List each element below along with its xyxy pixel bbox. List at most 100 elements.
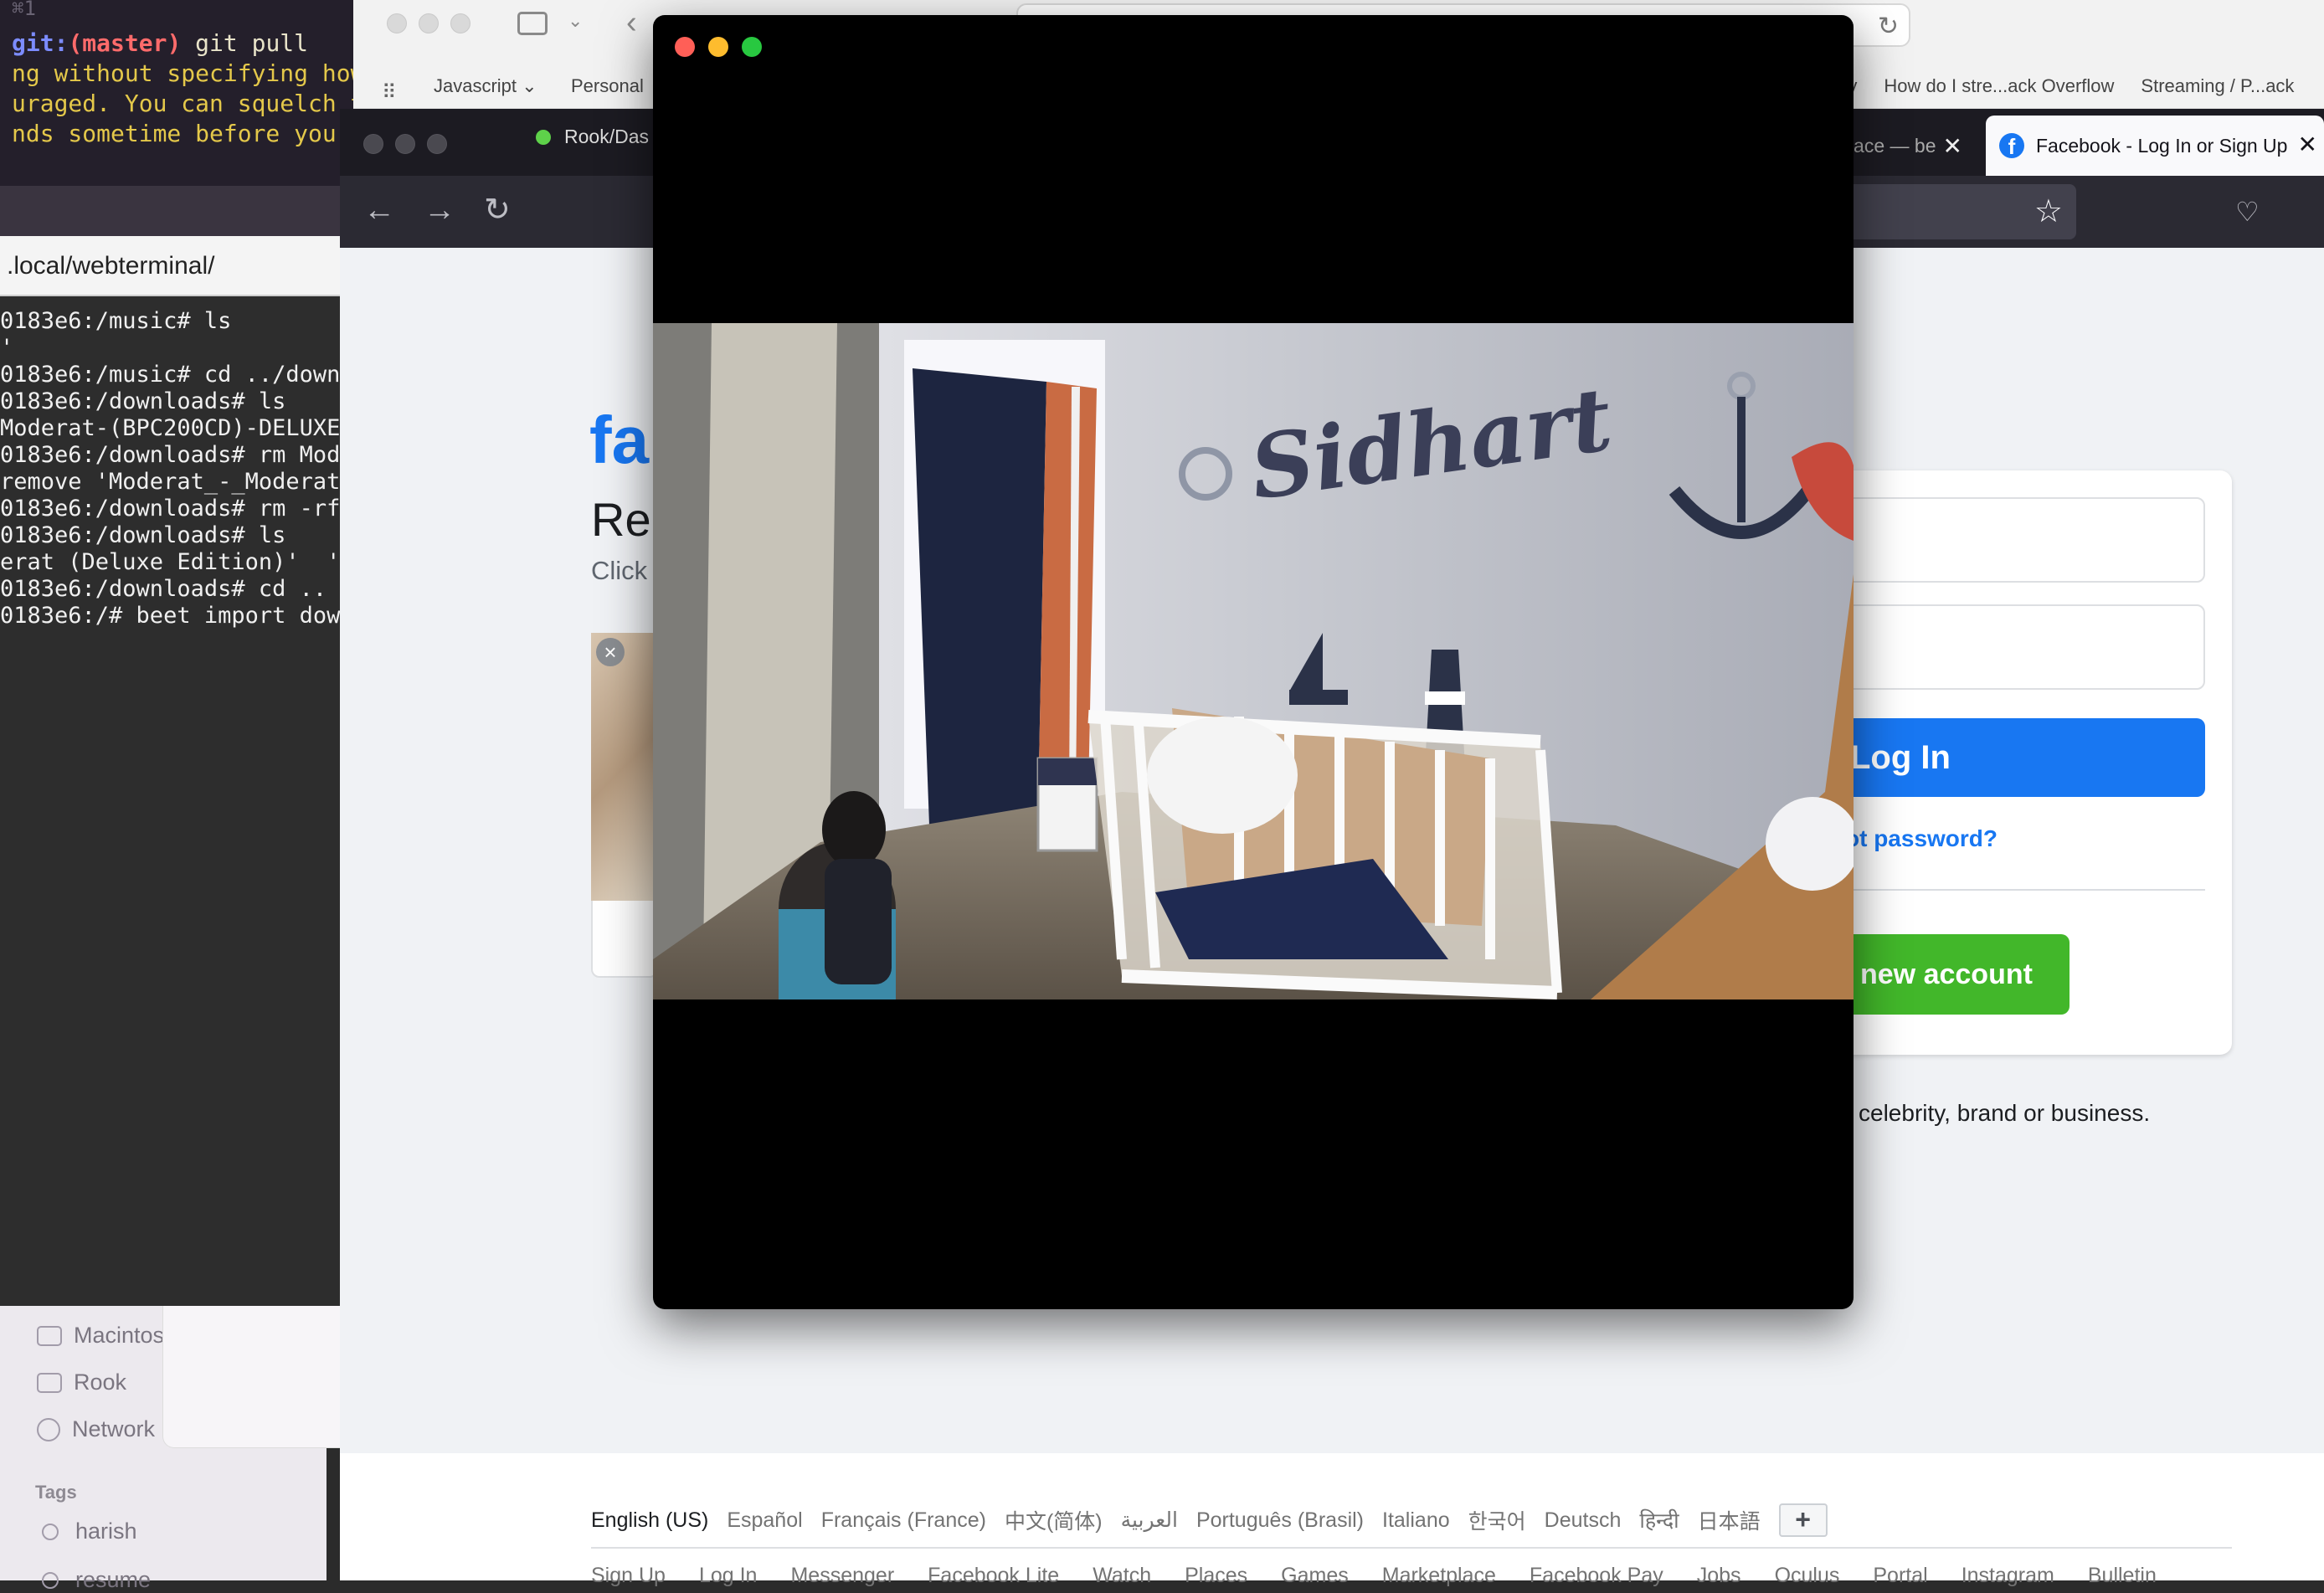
pocket-icon[interactable]: ♡ bbox=[2235, 196, 2260, 228]
web-terminal-line: 0183e6:/downloads# ls bbox=[0, 388, 286, 414]
language-link[interactable]: Italiano bbox=[1382, 1508, 1450, 1533]
terminal-line: git:(master) git pull bbox=[0, 28, 360, 59]
bookmark-item[interactable]: Streaming / P...ack bbox=[2141, 75, 2294, 97]
minimize-button[interactable] bbox=[395, 134, 415, 154]
remove-account-icon[interactable]: × bbox=[596, 638, 625, 666]
tab-label: Facebook - Log In or Sign Up bbox=[2036, 134, 2288, 157]
footer-link[interactable]: Marketplace bbox=[1382, 1564, 1496, 1588]
email-field[interactable] bbox=[1825, 497, 2205, 583]
language-link[interactable]: 한국어 bbox=[1468, 1505, 1526, 1535]
footer-link[interactable]: Places bbox=[1185, 1564, 1247, 1588]
camera-video-frame: Sidhart bbox=[653, 323, 1854, 999]
footer-link[interactable]: Facebook Lite bbox=[928, 1564, 1059, 1588]
language-list: English (US) Español Français (France) 中… bbox=[591, 1503, 1828, 1537]
facebook-favicon-icon: f bbox=[1999, 133, 2024, 159]
web-terminal-line: 0183e6:/downloads# rm -rf Mo bbox=[0, 496, 343, 522]
language-link[interactable]: 日本語 bbox=[1698, 1505, 1761, 1535]
footer-link[interactable]: Portal bbox=[1873, 1564, 1927, 1588]
close-button[interactable] bbox=[675, 37, 695, 57]
terminal-status-bar bbox=[0, 186, 352, 236]
reload-icon[interactable]: ↻ bbox=[484, 194, 511, 226]
tab-label: Rook/Das bbox=[564, 126, 649, 147]
terminal-line: nds sometime before your n bbox=[12, 120, 360, 147]
zoom-button[interactable] bbox=[450, 13, 470, 33]
web-terminal-line: erat (Deluxe Edition)' '200 bbox=[0, 549, 343, 575]
sidebar-item-rook[interactable]: Rook bbox=[37, 1369, 126, 1395]
firefox-url-bar[interactable]: ☆ bbox=[1842, 184, 2076, 239]
create-account-button[interactable]: new account bbox=[1825, 934, 2069, 1015]
disk-icon bbox=[37, 1325, 62, 1346]
web-terminal-line: 0183e6:/downloads# cd .. bbox=[0, 576, 327, 602]
bookmark-personal[interactable]: Personal bbox=[571, 75, 644, 97]
footer-link[interactable]: Bulletin bbox=[2088, 1564, 2157, 1588]
web-terminal-line: ' bbox=[0, 335, 14, 361]
minimize-button[interactable] bbox=[419, 13, 439, 33]
status-dot-icon bbox=[536, 129, 551, 145]
forgot-password-link[interactable]: ot password? bbox=[1845, 825, 1998, 852]
back-arrow-icon[interactable]: ← bbox=[363, 194, 395, 226]
language-link[interactable]: 中文(简体) bbox=[1005, 1505, 1103, 1535]
create-page-text: celebrity, brand or business. bbox=[1859, 1100, 2151, 1126]
recent-logins-subtitle: Click bbox=[591, 556, 648, 585]
terminal-line: uraged. You can squelch th bbox=[12, 90, 360, 117]
web-terminal-line: remove 'Moderat_-_Moderat-(B bbox=[0, 469, 343, 495]
tab-rook[interactable]: Rook/Das bbox=[536, 126, 649, 148]
footer-link[interactable]: Sign Up bbox=[591, 1564, 666, 1588]
bookmark-item[interactable]: How do I stre...ack Overflow bbox=[1884, 75, 2114, 97]
language-link[interactable]: Português (Brasil) bbox=[1196, 1508, 1364, 1533]
terminal-branch: (master) bbox=[68, 29, 182, 57]
reload-icon[interactable]: ↻ bbox=[1878, 12, 1899, 41]
tags-header: Tags bbox=[35, 1482, 77, 1503]
web-terminal-address-bar[interactable]: .local/webterminal/ bbox=[0, 236, 343, 296]
close-button[interactable] bbox=[363, 134, 383, 154]
more-languages-button[interactable]: + bbox=[1778, 1503, 1828, 1537]
web-terminal-output[interactable]: 0183e6:/music# ls ' 0183e6:/music# cd ..… bbox=[0, 296, 343, 1306]
language-link[interactable]: Español bbox=[727, 1508, 802, 1533]
footer-divider bbox=[591, 1547, 2232, 1549]
footer-link[interactable]: Facebook Pay bbox=[1530, 1564, 1663, 1588]
language-link[interactable]: English (US) bbox=[591, 1508, 708, 1533]
language-link[interactable]: हिन्दी bbox=[1639, 1506, 1679, 1534]
sidebar-item-macintosh[interactable]: Macintos bbox=[37, 1323, 164, 1349]
star-icon[interactable]: ☆ bbox=[2034, 193, 2063, 230]
sidebar-tag-harish[interactable]: harish bbox=[75, 1518, 137, 1544]
footer-link[interactable]: Messenger bbox=[790, 1564, 894, 1588]
login-button[interactable]: Log In bbox=[1825, 718, 2205, 797]
footer-links: Sign Up Log In Messenger Facebook Lite W… bbox=[591, 1564, 2157, 1588]
language-link[interactable]: Deutsch bbox=[1545, 1508, 1622, 1533]
tab-label: Face — be bbox=[1842, 134, 1936, 157]
footer-link[interactable]: Oculus bbox=[1775, 1564, 1840, 1588]
footer-link[interactable]: Jobs bbox=[1697, 1564, 1741, 1588]
minimize-button[interactable] bbox=[708, 37, 728, 57]
zoom-button[interactable] bbox=[742, 37, 762, 57]
zoom-button[interactable] bbox=[427, 134, 447, 154]
chevron-down-icon[interactable]: ⌄ bbox=[568, 10, 583, 32]
video-player-window[interactable]: Sidhart bbox=[653, 15, 1854, 1309]
sidebar-item-label: Rook bbox=[74, 1369, 127, 1395]
tab-face[interactable]: Face — be ✕ bbox=[1842, 116, 1984, 176]
web-terminal-line: 0183e6:/downloads# rm Modera bbox=[0, 442, 343, 468]
terminal-command: git pull bbox=[181, 29, 309, 57]
language-link[interactable]: العربية bbox=[1121, 1508, 1178, 1533]
footer-link[interactable]: Games bbox=[1281, 1564, 1349, 1588]
close-icon[interactable]: ✕ bbox=[2298, 131, 2317, 158]
terminal-title: ⌘1 bbox=[12, 0, 36, 20]
close-button[interactable] bbox=[387, 13, 407, 33]
footer-link[interactable]: Watch bbox=[1093, 1564, 1151, 1588]
terminal-line: ng without specifying how t bbox=[12, 59, 360, 87]
password-field[interactable] bbox=[1825, 604, 2205, 690]
bookmark-javascript[interactable]: Javascript ⌄ bbox=[434, 75, 537, 97]
sidebar-item-network[interactable]: Network bbox=[37, 1416, 155, 1442]
tab-facebook[interactable]: f Facebook - Log In or Sign Up ✕ bbox=[1986, 116, 2324, 176]
terminal-window[interactable]: ⌘1 git:(master) git pull ng without spec… bbox=[0, 0, 360, 193]
forward-arrow-icon[interactable]: → bbox=[424, 194, 455, 226]
footer-link[interactable]: Instagram bbox=[1962, 1564, 2054, 1588]
footer-link[interactable]: Log In bbox=[699, 1564, 758, 1588]
sidebar-item-label: Network bbox=[72, 1416, 156, 1441]
sidebar-toggle-icon[interactable] bbox=[517, 12, 548, 35]
back-arrow-icon[interactable]: ‹ bbox=[626, 5, 637, 41]
language-link[interactable]: Français (France) bbox=[821, 1508, 986, 1533]
close-icon[interactable]: ✕ bbox=[1943, 132, 1962, 160]
grid-icon[interactable]: ⠿ bbox=[382, 80, 397, 105]
finder-panel bbox=[162, 1306, 342, 1448]
